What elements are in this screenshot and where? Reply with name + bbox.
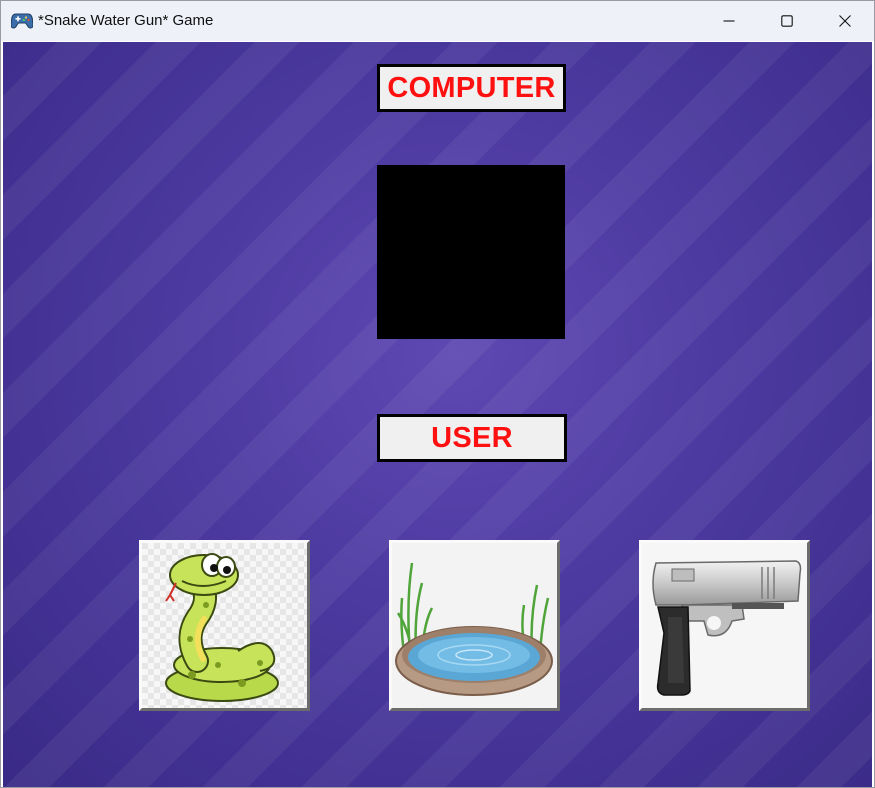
computer-choice-display (377, 165, 565, 339)
game-canvas: COMPUTER USER (3, 42, 872, 787)
user-label: USER (377, 414, 567, 462)
snake-icon (142, 543, 307, 708)
gamepad-icon (11, 13, 33, 29)
maximize-icon (781, 15, 793, 27)
computer-label: COMPUTER (377, 64, 566, 112)
close-button[interactable] (816, 1, 874, 41)
pond-icon (392, 543, 557, 708)
title-bar[interactable]: *Snake Water Gun* Game (1, 1, 874, 41)
window-title: *Snake Water Gun* Game (38, 12, 214, 29)
pistol-icon (642, 543, 807, 708)
water-button[interactable] (389, 540, 560, 711)
minimize-button[interactable] (700, 1, 758, 41)
app-window: *Snake Water Gun* Game COMPUTER USER (0, 0, 875, 788)
minimize-icon (723, 20, 735, 22)
snake-button[interactable] (139, 540, 310, 711)
gun-button[interactable] (639, 540, 810, 711)
maximize-button[interactable] (758, 1, 816, 41)
close-icon (839, 15, 851, 27)
